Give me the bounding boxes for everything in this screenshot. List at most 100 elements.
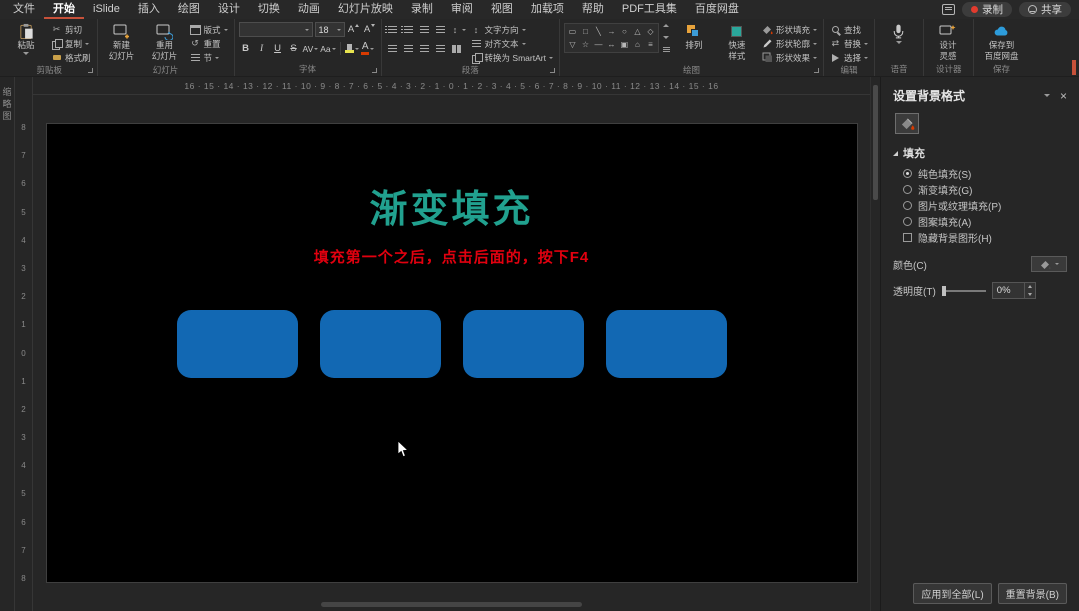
shape-gallery-item[interactable]: ▽ <box>566 38 579 51</box>
shape-effects-button[interactable]: 形状效果 <box>760 51 819 64</box>
shape-gallery-item[interactable]: → <box>605 25 618 38</box>
increase-indent-button[interactable] <box>434 22 448 37</box>
copy-button[interactable]: 复制 <box>49 37 93 50</box>
vertical-scrollbar[interactable] <box>870 77 880 611</box>
reset-button[interactable]: 重置 <box>188 37 230 50</box>
menu-tab-帮助[interactable]: 帮助 <box>573 0 613 19</box>
shape-gallery-item[interactable]: ≡ <box>644 38 657 51</box>
grow-font-button[interactable]: A <box>347 22 361 37</box>
slide[interactable]: 渐变填充 填充第一个之后，点击后面的，按下F4 <box>45 123 858 583</box>
strikethrough-button[interactable]: S <box>287 41 301 56</box>
radio-control[interactable] <box>903 201 912 210</box>
menu-tab-开始[interactable]: 开始 <box>44 0 84 19</box>
save-to-baidu-button[interactable]: 保存到 百度网盘 <box>978 21 1024 61</box>
italic-button[interactable]: I <box>255 41 269 56</box>
fill-section-header[interactable]: 填充 <box>893 145 1067 161</box>
fill-color-dropdown[interactable] <box>1031 256 1067 272</box>
align-center-button[interactable] <box>402 41 416 56</box>
fill-type-option[interactable]: 纯色填充(S) <box>903 168 1067 181</box>
collapsed-thumbnail-pane[interactable]: 缩略图 <box>0 77 15 611</box>
spinner-down-icon[interactable] <box>1027 292 1032 296</box>
font-color-button[interactable]: A <box>360 41 375 56</box>
fill-tab-tile[interactable] <box>895 113 919 134</box>
shape-gallery-item[interactable]: ○ <box>618 25 631 38</box>
dialog-launcher-icon[interactable] <box>371 68 377 73</box>
paste-button[interactable]: 粘贴 <box>6 21 46 55</box>
menu-tab-PDF工具集[interactable]: PDF工具集 <box>613 0 686 19</box>
menu-tab-加载项[interactable]: 加载项 <box>522 0 573 19</box>
apply-to-all-button[interactable]: 应用到全部(L) <box>913 583 992 604</box>
transparency-slider-thumb[interactable] <box>941 285 946 296</box>
radio-control[interactable] <box>903 185 912 194</box>
shape-outline-button[interactable]: 形状轮廓 <box>760 37 819 50</box>
menu-tab-绘图[interactable]: 绘图 <box>169 0 209 19</box>
align-right-button[interactable] <box>418 41 432 56</box>
menu-tab-iSlide[interactable]: iSlide <box>84 0 129 19</box>
shape-gallery-item[interactable]: ▣ <box>618 38 631 51</box>
slide-rounded-rectangle[interactable] <box>605 310 727 378</box>
section-button[interactable]: 节 <box>188 51 230 64</box>
layout-button[interactable]: 版式 <box>188 23 230 36</box>
dialog-launcher-icon[interactable] <box>813 68 819 73</box>
reuse-slide-button[interactable]: 重用 幻灯片 <box>145 21 185 61</box>
shape-gallery-item[interactable]: ☆ <box>579 38 592 51</box>
horizontal-scrollbar[interactable] <box>45 601 858 608</box>
menu-tab-审阅[interactable]: 审阅 <box>442 0 482 19</box>
slide-rounded-rectangle[interactable] <box>462 310 584 378</box>
bullets-button[interactable] <box>385 22 400 37</box>
font-size-combobox[interactable]: 18 <box>314 22 345 37</box>
record-button[interactable]: 录制 <box>962 2 1012 17</box>
horizontal-scrollbar-thumb[interactable] <box>321 602 582 607</box>
shape-gallery-item[interactable]: △ <box>631 25 644 38</box>
find-button[interactable]: 查找 <box>828 23 870 36</box>
select-button[interactable]: 选择 <box>828 51 870 64</box>
reset-background-button[interactable]: 重置背景(B) <box>997 583 1067 604</box>
format-painter-button[interactable]: 格式刷 <box>49 51 93 64</box>
radio-control[interactable] <box>903 169 912 178</box>
font-name-combobox[interactable] <box>238 22 313 37</box>
dialog-launcher-icon[interactable] <box>87 68 93 73</box>
new-slide-button[interactable]: 新建 幻灯片 <box>102 21 142 61</box>
transparency-spinner[interactable]: 0% <box>991 282 1036 299</box>
fill-type-option[interactable]: 图片或纹理填充(P) <box>903 200 1067 213</box>
menu-tab-动画[interactable]: 动画 <box>289 0 329 19</box>
text-highlight-button[interactable] <box>344 41 359 56</box>
shape-gallery-item[interactable]: ↔ <box>605 38 618 51</box>
arrange-button[interactable]: 排列 <box>674 21 714 51</box>
line-spacing-button[interactable] <box>450 22 466 37</box>
shape-gallery-item[interactable]: ◇ <box>644 25 657 38</box>
menu-tab-百度网盘[interactable]: 百度网盘 <box>686 0 748 19</box>
menu-tab-切换[interactable]: 切换 <box>249 0 289 19</box>
align-left-button[interactable] <box>386 41 400 56</box>
panel-close-icon[interactable]: × <box>1060 90 1067 102</box>
checkbox-control[interactable] <box>903 233 912 242</box>
menu-tab-视图[interactable]: 视图 <box>482 0 522 19</box>
shrink-font-button[interactable]: A <box>363 22 377 37</box>
spinner-up-icon[interactable] <box>1027 285 1032 289</box>
align-text-button[interactable]: 对齐文本 <box>469 37 555 50</box>
fill-type-option[interactable]: 渐变填充(G) <box>903 184 1067 197</box>
shape-fill-button[interactable]: 形状填充 <box>760 23 819 36</box>
gallery-up-icon[interactable] <box>662 24 669 27</box>
spinner-arrows[interactable] <box>1023 283 1035 298</box>
menu-tab-设计[interactable]: 设计 <box>209 0 249 19</box>
vertical-scrollbar-thumb[interactable] <box>873 85 878 200</box>
panel-chevron-down-icon[interactable] <box>1043 94 1050 97</box>
shape-gallery-item[interactable]: — <box>592 38 605 51</box>
justify-button[interactable] <box>434 41 448 56</box>
menu-tab-录制[interactable]: 录制 <box>402 0 442 19</box>
shape-gallery-item[interactable]: ╲ <box>592 25 605 38</box>
columns-button[interactable] <box>450 41 464 56</box>
menu-tab-文件[interactable]: 文件 <box>4 0 44 19</box>
slide-title-text[interactable]: 渐变填充 <box>47 178 857 233</box>
gallery-down-icon[interactable] <box>662 35 669 39</box>
decrease-indent-button[interactable] <box>418 22 432 37</box>
replace-button[interactable]: 替换 <box>828 37 870 50</box>
dictate-button[interactable] <box>879 21 919 44</box>
radio-control[interactable] <box>903 217 912 226</box>
dialog-launcher-icon[interactable] <box>549 68 555 73</box>
shape-gallery-item[interactable]: ⌂ <box>631 38 644 51</box>
slide-rounded-rectangle[interactable] <box>176 310 298 378</box>
character-spacing-button[interactable]: AV <box>303 41 319 56</box>
share-button[interactable]: 共享 <box>1019 2 1071 17</box>
